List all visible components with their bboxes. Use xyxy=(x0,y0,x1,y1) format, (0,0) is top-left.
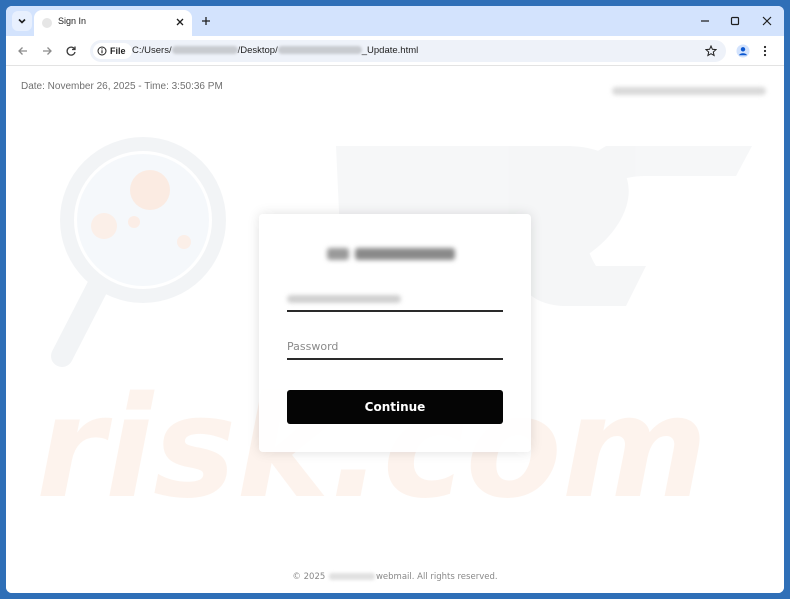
forward-arrow-icon xyxy=(43,47,52,55)
kebab-menu-icon xyxy=(763,45,767,57)
browser-menu-button[interactable] xyxy=(758,42,772,60)
tab-search-button[interactable] xyxy=(12,11,32,31)
brand-logo-icon xyxy=(327,248,349,260)
back-arrow-icon xyxy=(18,47,27,55)
email-field[interactable] xyxy=(287,286,503,312)
tab-close-button[interactable] xyxy=(174,16,186,28)
new-tab-button[interactable] xyxy=(198,13,214,29)
profile-button[interactable] xyxy=(734,42,752,60)
url-mid: /Desktop/ xyxy=(237,45,278,56)
tab-sign-in[interactable]: Sign In xyxy=(34,10,192,36)
continue-button[interactable]: Continue xyxy=(287,390,503,424)
tab-search-icon xyxy=(18,18,26,24)
tab-title: Sign In xyxy=(58,16,87,26)
close-icon xyxy=(176,18,184,26)
url-prefix: C:/Users/ xyxy=(132,45,172,56)
bookmark-button[interactable] xyxy=(702,42,720,60)
password-field[interactable] xyxy=(287,334,503,360)
maximize-button[interactable] xyxy=(726,12,744,30)
tab-strip: Sign In xyxy=(6,6,784,36)
address-bar[interactable]: File C:/Users/ /Desktop/ _Update.html xyxy=(90,40,726,62)
footer-copyright: © 2025 xyxy=(292,572,326,582)
url-suffix: _Update.html xyxy=(361,45,419,56)
minimize-button[interactable] xyxy=(696,12,714,30)
reload-icon xyxy=(66,46,76,56)
redacted-brand-name xyxy=(355,248,455,260)
minimize-icon xyxy=(701,20,709,22)
redacted-username xyxy=(171,46,238,55)
reload-button[interactable] xyxy=(61,41,81,61)
footer-rights: webmail. All rights reserved. xyxy=(375,572,498,582)
password-input[interactable] xyxy=(287,334,503,358)
browser-window: Sign In File C:/Users/ /Desktop/ _Update… xyxy=(6,6,784,593)
page-datetime: Date: November 26, 2025 - Time: 3:50:36 … xyxy=(21,81,223,92)
back-button[interactable] xyxy=(13,41,33,61)
login-card: Continue xyxy=(259,214,531,452)
redacted-header-text xyxy=(612,87,766,95)
forward-button[interactable] xyxy=(37,41,57,61)
site-chip-label: File xyxy=(110,46,126,56)
page-content: risk.com Date: November 26, 2025 - Time:… xyxy=(6,66,784,593)
maximize-icon xyxy=(730,16,740,26)
plus-icon xyxy=(202,17,210,25)
close-window-button[interactable] xyxy=(758,12,776,30)
page-footer: © 2025 webmail. All rights reserved. xyxy=(6,572,784,582)
close-icon xyxy=(762,16,772,26)
brand-logo xyxy=(327,246,461,262)
profile-icon xyxy=(736,44,750,58)
url-text: C:/Users/ /Desktop/ _Update.html xyxy=(132,45,418,56)
site-info-chip[interactable]: File xyxy=(93,43,132,59)
redacted-email-value xyxy=(287,295,401,303)
redacted-filename xyxy=(277,46,362,55)
redacted-domain xyxy=(328,573,375,580)
browser-toolbar: File C:/Users/ /Desktop/ _Update.html xyxy=(6,36,784,66)
info-icon xyxy=(97,46,107,56)
star-icon xyxy=(705,45,717,57)
favicon-icon xyxy=(42,18,52,28)
